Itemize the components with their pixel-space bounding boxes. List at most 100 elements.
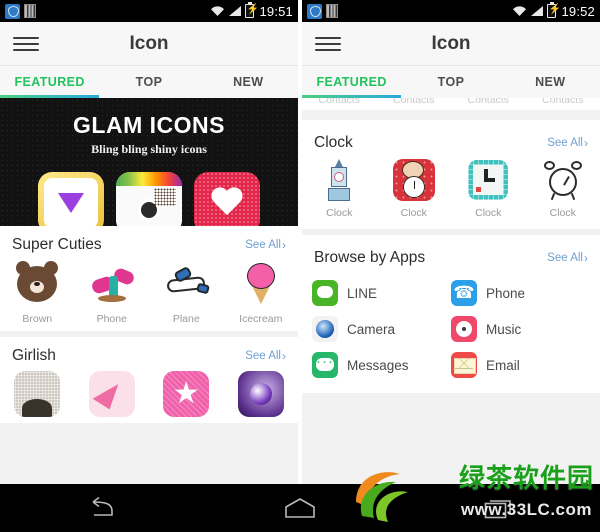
list-item[interactable]: Icecream <box>224 260 299 325</box>
status-bar-right-icons: 19:51 <box>210 2 293 19</box>
list-item[interactable] <box>0 371 75 417</box>
status-bar: 19:52 <box>302 0 600 22</box>
shield-icon <box>5 3 20 19</box>
app-label: LINE <box>347 285 378 301</box>
item-label: Clock <box>475 207 502 219</box>
section-girlish: Girlish See All › <box>0 337 298 423</box>
page-title: Icon <box>431 32 471 54</box>
section-header: Clock See All › <box>302 134 600 158</box>
right-content-scroll[interactable]: Contacts Contacts Contacts Contacts Cloc… <box>302 98 600 484</box>
chevron-right-icon: › <box>584 251 588 265</box>
app-item-line[interactable]: LINE <box>312 275 451 311</box>
email-app-icon <box>451 352 477 378</box>
list-item[interactable] <box>224 371 299 417</box>
hamburger-icon[interactable] <box>315 36 341 51</box>
app-label: Email <box>486 357 520 373</box>
app-item-music[interactable]: Music <box>451 311 590 347</box>
app-item-email[interactable]: Email <box>451 347 590 383</box>
action-bar: Icon <box>302 22 600 66</box>
back-icon[interactable] <box>77 493 123 523</box>
signal-icon <box>228 5 242 17</box>
icecream-icon <box>237 260 285 308</box>
barcode-icon <box>24 4 36 18</box>
tab-top[interactable]: TOP <box>99 66 198 98</box>
music-app-icon <box>451 316 477 342</box>
list-item[interactable] <box>75 371 150 417</box>
list-item[interactable]: Clock <box>526 158 600 219</box>
see-all-link[interactable]: See All › <box>547 136 588 150</box>
tab-featured[interactable]: FEATURED <box>0 66 99 98</box>
see-all-link[interactable]: See All › <box>245 238 286 252</box>
see-all-label: See All <box>245 350 281 362</box>
see-all-label: See All <box>245 239 281 251</box>
section-header: Girlish See All › <box>0 347 298 371</box>
action-bar: Icon <box>0 22 298 66</box>
battery-charging-icon <box>245 2 255 18</box>
banner-title: GLAM ICONS <box>73 112 225 138</box>
status-bar: 19:51 <box>0 0 298 22</box>
app-item-messages[interactable]: Messages <box>312 347 451 383</box>
list-item[interactable]: Clock <box>451 158 526 219</box>
item-label: Plane <box>172 313 200 325</box>
icon-grid: Brown Phone Plane Icecream <box>0 260 298 325</box>
icon-grid: Clock Clock Clock Clock <box>302 158 600 219</box>
tab-top[interactable]: TOP <box>401 66 500 98</box>
sketch-alarm-clock-icon <box>541 158 585 202</box>
tab-featured[interactable]: FEATURED <box>302 66 401 98</box>
item-label: Clock <box>549 207 576 219</box>
list-item[interactable]: Plane <box>149 260 224 325</box>
dual-screenshot-container: 19:51 Icon FEATURED TOP NEW GLAM ICONS B… <box>0 0 600 532</box>
section-title: Super Cuties <box>12 236 102 253</box>
phone-app-icon <box>451 280 477 306</box>
tab-bar: FEATURED TOP NEW <box>0 66 298 98</box>
item-label: Phone <box>96 313 127 325</box>
featured-banner[interactable]: GLAM ICONS Bling bling shiny icons <box>0 98 298 226</box>
list-item[interactable]: Clock <box>302 158 377 219</box>
list-item[interactable]: Brown <box>0 260 75 325</box>
battery-charging-icon <box>547 2 557 18</box>
line-app-icon <box>312 280 338 306</box>
purple-camera-icon <box>237 371 284 417</box>
hamburger-icon[interactable] <box>13 36 39 51</box>
partial-contacts-row: Contacts Contacts Contacts Contacts <box>302 98 600 110</box>
tab-new[interactable]: NEW <box>501 66 600 98</box>
item-label: Contacts <box>467 98 509 106</box>
app-item-phone[interactable]: Phone <box>451 275 590 311</box>
item-label: Icecream <box>239 313 283 325</box>
chevron-right-icon: › <box>282 238 286 252</box>
right-phone-screen: 19:52 Icon FEATURED TOP NEW Contacts Con… <box>302 0 600 532</box>
list-item[interactable] <box>149 371 224 417</box>
item-label: Contacts <box>542 98 584 106</box>
android-navigation-bar <box>0 484 600 532</box>
tab-bar: FEATURED TOP NEW <box>302 66 600 98</box>
section-divider <box>302 110 600 120</box>
bear-alarm-clock-icon <box>392 158 436 202</box>
status-bar-clock: 19:51 <box>259 3 293 19</box>
app-item-camera[interactable]: Camera <box>312 311 451 347</box>
section-title: Browse by Apps <box>314 249 426 266</box>
tab-new[interactable]: NEW <box>199 66 298 98</box>
list-item[interactable]: Clock <box>377 158 452 219</box>
left-phone-screen: 19:51 Icon FEATURED TOP NEW GLAM ICONS B… <box>0 0 298 532</box>
see-all-label: See All <box>547 137 583 149</box>
see-all-label: See All <box>547 252 583 264</box>
home-icon[interactable] <box>277 493 323 523</box>
camera-app-icon <box>312 316 338 342</box>
banner-icon-tiles <box>0 172 298 226</box>
app-label: Phone <box>486 285 526 301</box>
wifi-icon <box>210 5 225 17</box>
see-all-link[interactable]: See All › <box>547 251 588 265</box>
retro-phone-icon <box>88 260 136 308</box>
section-title: Clock <box>314 134 353 151</box>
recents-icon[interactable] <box>477 493 523 523</box>
status-bar-clock: 19:52 <box>561 3 595 19</box>
list-item[interactable]: Phone <box>75 260 150 325</box>
glitter-gallery-icon <box>14 371 61 417</box>
see-all-link[interactable]: See All › <box>245 349 286 363</box>
item-label: Contacts <box>393 98 435 106</box>
left-content-scroll[interactable]: GLAM ICONS Bling bling shiny icons Super… <box>0 98 298 484</box>
app-label: Music <box>486 321 522 337</box>
app-label: Messages <box>347 357 409 373</box>
item-label: Clock <box>326 207 353 219</box>
app-grid: LINE Phone Camera Music <box>302 273 600 387</box>
